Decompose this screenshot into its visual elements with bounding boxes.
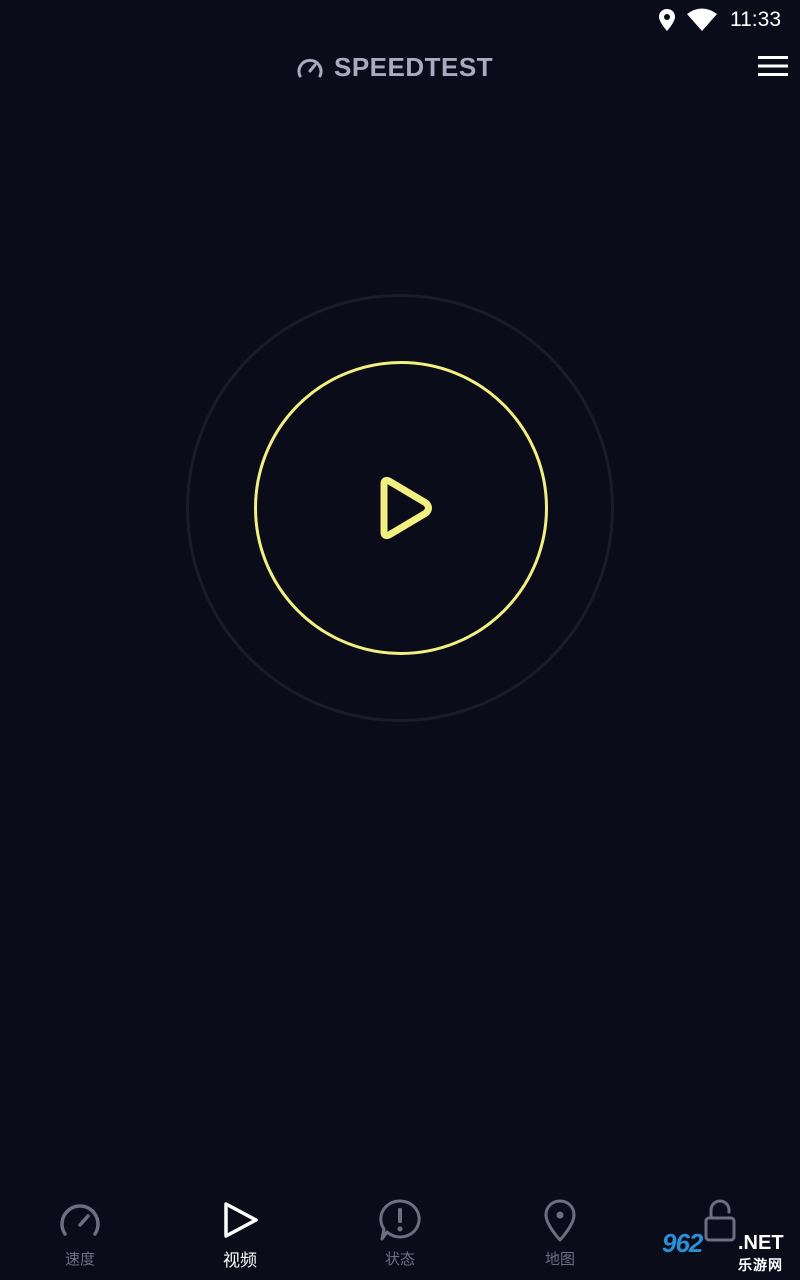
brand-title: SPEEDTEST [334,52,494,82]
alert-icon [379,1199,421,1241]
map-pin-icon [544,1199,576,1242]
nav-label: 视频 [223,1251,257,1271]
status-time: 11:33 [730,8,781,31]
speedometer-icon [297,58,323,77]
watermark-suffix: .NET [738,1232,784,1254]
play-icon [224,1202,258,1238]
speedometer-icon [60,1204,100,1236]
location-icon [659,9,675,31]
nav-item-video[interactable]: 视频 [160,1190,320,1280]
nav-item-status[interactable]: 状态 [320,1190,480,1280]
nav-label: 速度 [64,1250,95,1268]
brand-logo: SPEEDTEST [296,52,493,83]
watermark-sub: 乐游网 [738,1258,783,1274]
start-test-area [186,294,614,722]
watermark-brand: 962 [662,1228,703,1258]
watermark-logo: 962 .NET 乐游网 [660,1228,798,1276]
status-bar: 11:33 [0,0,800,40]
wifi-icon [687,8,717,31]
nav-label: 状态 [384,1250,415,1268]
app-header: SPEEDTEST [0,40,800,96]
nav-label: 地图 [544,1250,575,1268]
nav-item-map[interactable]: 地图 [480,1190,640,1280]
nav-item-speed[interactable]: 速度 [0,1190,160,1280]
play-icon[interactable] [376,475,436,541]
hamburger-menu-icon[interactable] [758,54,788,78]
